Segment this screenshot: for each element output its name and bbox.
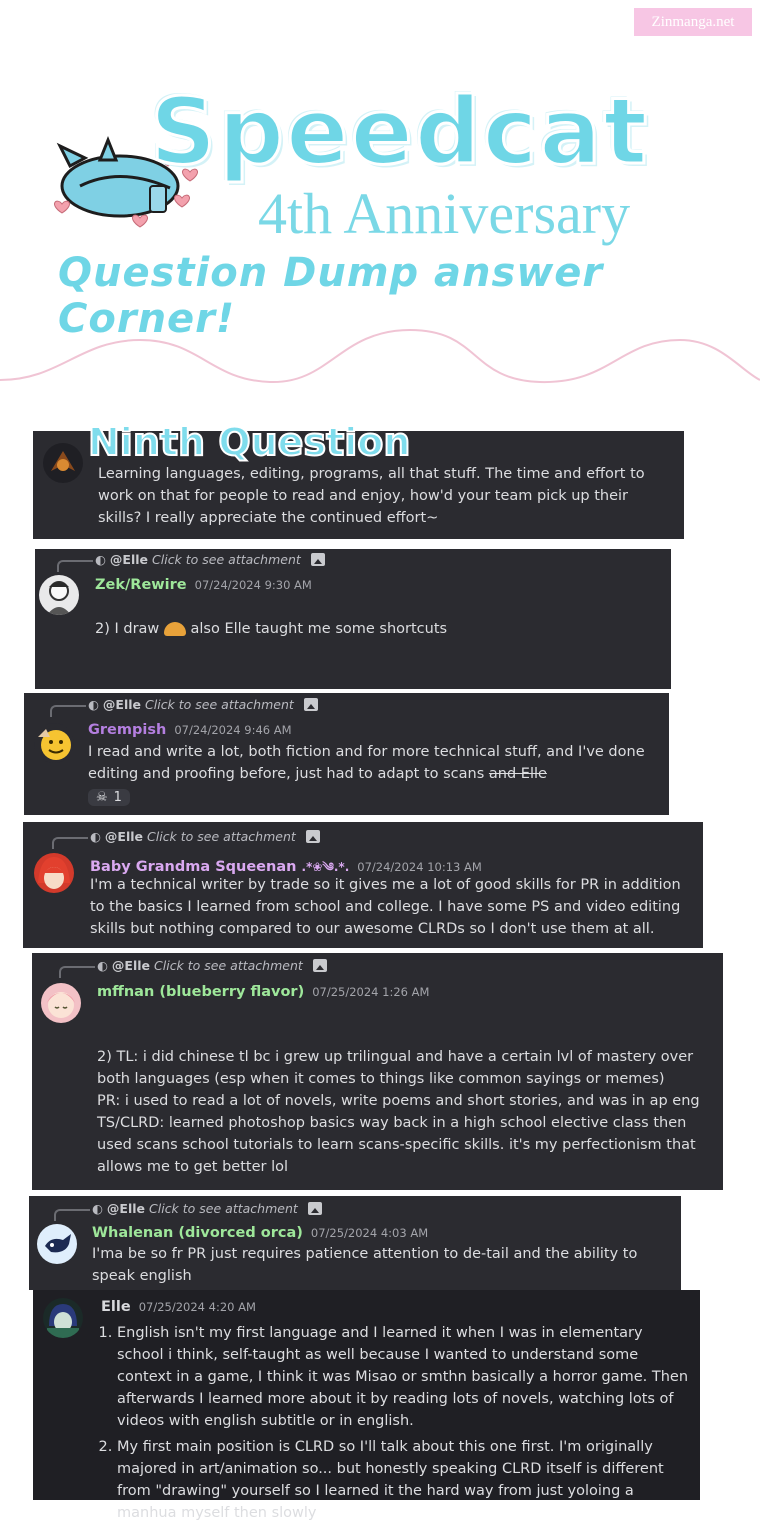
avatar[interactable] bbox=[37, 1224, 77, 1264]
message-card: ◐ @Elle Click to see attachment Baby Gra… bbox=[23, 822, 703, 948]
elle-mini-icon: ◐ bbox=[95, 552, 106, 567]
elle-mini-icon: ◐ bbox=[92, 1201, 103, 1216]
message-card: Elle 07/25/2024 4:20 AM English isn't my … bbox=[33, 1290, 700, 1521]
username[interactable]: mffnan (blueberry flavor) 07/25/2024 1:26… bbox=[97, 984, 429, 1000]
reply-reference[interactable]: ◐ @Elle Click to see attachment bbox=[54, 1201, 322, 1221]
reply-reference[interactable]: ◐ @Elle Click to see attachment bbox=[59, 958, 327, 978]
username-text[interactable]: Whalenan (divorced orca) bbox=[92, 1225, 303, 1241]
avatar[interactable] bbox=[34, 723, 74, 763]
timestamp: 07/25/2024 4:03 AM bbox=[310, 1226, 429, 1240]
message-text: I read and write a lot, both fiction and… bbox=[88, 741, 658, 785]
elle-mini-icon: ◐ bbox=[97, 958, 108, 973]
message-text-end: also Elle taught me some shortcuts bbox=[190, 621, 448, 637]
attachment-link[interactable]: Click to see attachment bbox=[152, 552, 301, 567]
reaction-count: 1 bbox=[113, 790, 122, 805]
username-decoration: .*❀༄.*. bbox=[301, 860, 350, 874]
timestamp: 07/24/2024 9:30 AM bbox=[194, 578, 312, 592]
reply-mention: @Elle bbox=[111, 958, 151, 973]
reply-mention: @Elle bbox=[102, 697, 142, 712]
message-text-start: 2) I draw bbox=[95, 621, 160, 637]
timestamp: 07/25/2024 1:26 AM bbox=[312, 985, 430, 999]
avatar[interactable] bbox=[41, 983, 81, 1023]
image-icon bbox=[303, 698, 318, 711]
avatar[interactable] bbox=[39, 575, 79, 615]
username-text[interactable]: mffnan (blueberry flavor) bbox=[97, 984, 304, 1000]
attachment-link[interactable]: Click to see attachment bbox=[149, 1201, 298, 1216]
attachment-link[interactable]: Click to see attachment bbox=[145, 697, 294, 712]
list-item: My first main position is CLRD so I'll t… bbox=[117, 1436, 689, 1524]
reply-reference[interactable]: ◐ @Elle Click to see attachment bbox=[57, 552, 325, 572]
message-text: I'm a technical writer by trade so it gi… bbox=[90, 877, 681, 937]
image-icon bbox=[305, 830, 320, 843]
page-subtitle: 4th Anniversary bbox=[258, 181, 631, 246]
reaction-button[interactable]: ☠ 1 bbox=[88, 789, 130, 806]
avatar[interactable] bbox=[34, 853, 74, 893]
message-card: ◐ @Elle Click to see attachment Grempish… bbox=[24, 693, 669, 815]
timestamp: 07/24/2024 10:13 AM bbox=[357, 860, 482, 874]
question-text: Learning languages, editing, programs, a… bbox=[98, 466, 645, 526]
username-text[interactable]: Zek/Rewire bbox=[95, 577, 187, 593]
list-item: English isn't my first language and I le… bbox=[117, 1322, 689, 1432]
skull-icon: ☠ bbox=[96, 790, 108, 805]
timestamp: 07/24/2024 9:46 AM bbox=[174, 723, 292, 737]
username[interactable]: Elle 07/25/2024 4:20 AM bbox=[101, 1299, 256, 1315]
message-card: ◐ @Elle Click to see attachment Whalenan… bbox=[29, 1196, 681, 1290]
message-line: TS/CLRD: learned photoshop basics way ba… bbox=[97, 1115, 696, 1175]
reply-mention: @Elle bbox=[104, 829, 144, 844]
elle-mini-icon: ◐ bbox=[88, 697, 99, 712]
attachment-link[interactable]: Click to see attachment bbox=[147, 829, 296, 844]
username-text[interactable]: Elle bbox=[101, 1299, 131, 1315]
reply-mention: @Elle bbox=[106, 1201, 146, 1216]
message-card: ◐ @Elle Click to see attachment mffnan (… bbox=[32, 953, 723, 1190]
message-line: PR: i used to read a lot of novels, writ… bbox=[97, 1093, 700, 1109]
timestamp: 07/25/2024 4:20 AM bbox=[138, 1300, 256, 1314]
strikethrough-text: and Elle bbox=[488, 766, 547, 782]
cat-emoji-icon bbox=[163, 622, 186, 636]
elle-mini-icon: ◐ bbox=[90, 829, 101, 844]
avatar bbox=[43, 443, 83, 483]
username-text[interactable]: Baby Grandma Squeenan bbox=[90, 859, 296, 875]
image-icon bbox=[307, 1202, 322, 1215]
reply-mention: @Elle bbox=[109, 552, 149, 567]
message-text: English isn't my first language and I le… bbox=[89, 1322, 689, 1528]
attachment-link[interactable]: Click to see attachment bbox=[154, 958, 303, 973]
reply-reference[interactable]: ◐ @Elle Click to see attachment bbox=[52, 829, 320, 849]
message-card: ◐ @Elle Click to see attachment Zek/Rewi… bbox=[35, 549, 671, 689]
message-body: I read and write a lot, both fiction and… bbox=[88, 744, 645, 782]
image-icon bbox=[310, 553, 325, 566]
question-heading: Ninth Question bbox=[87, 419, 411, 465]
page-title: Speedcat bbox=[148, 77, 650, 187]
username[interactable]: Zek/Rewire 07/24/2024 9:30 AM bbox=[95, 577, 312, 593]
message-text: 2) I draw also Elle taught me some short… bbox=[95, 618, 655, 640]
image-icon bbox=[312, 959, 327, 972]
username-text[interactable]: Grempish bbox=[88, 722, 166, 738]
reply-reference[interactable]: ◐ @Elle Click to see attachment bbox=[50, 697, 318, 717]
avatar[interactable] bbox=[43, 1298, 83, 1338]
message-text: I'ma be so fr PR just requires patience … bbox=[92, 1246, 638, 1284]
message-text: 2) TL: i did chinese tl bc i grew up tri… bbox=[97, 1046, 709, 1178]
username[interactable]: Grempish 07/24/2024 9:46 AM bbox=[88, 722, 292, 738]
wave-divider bbox=[0, 328, 760, 384]
message-line: 2) TL: i did chinese tl bc i grew up tri… bbox=[97, 1049, 694, 1087]
watermark: Zinmanga.net bbox=[634, 8, 752, 36]
username[interactable]: Whalenan (divorced orca) 07/25/2024 4:03 … bbox=[92, 1225, 428, 1241]
